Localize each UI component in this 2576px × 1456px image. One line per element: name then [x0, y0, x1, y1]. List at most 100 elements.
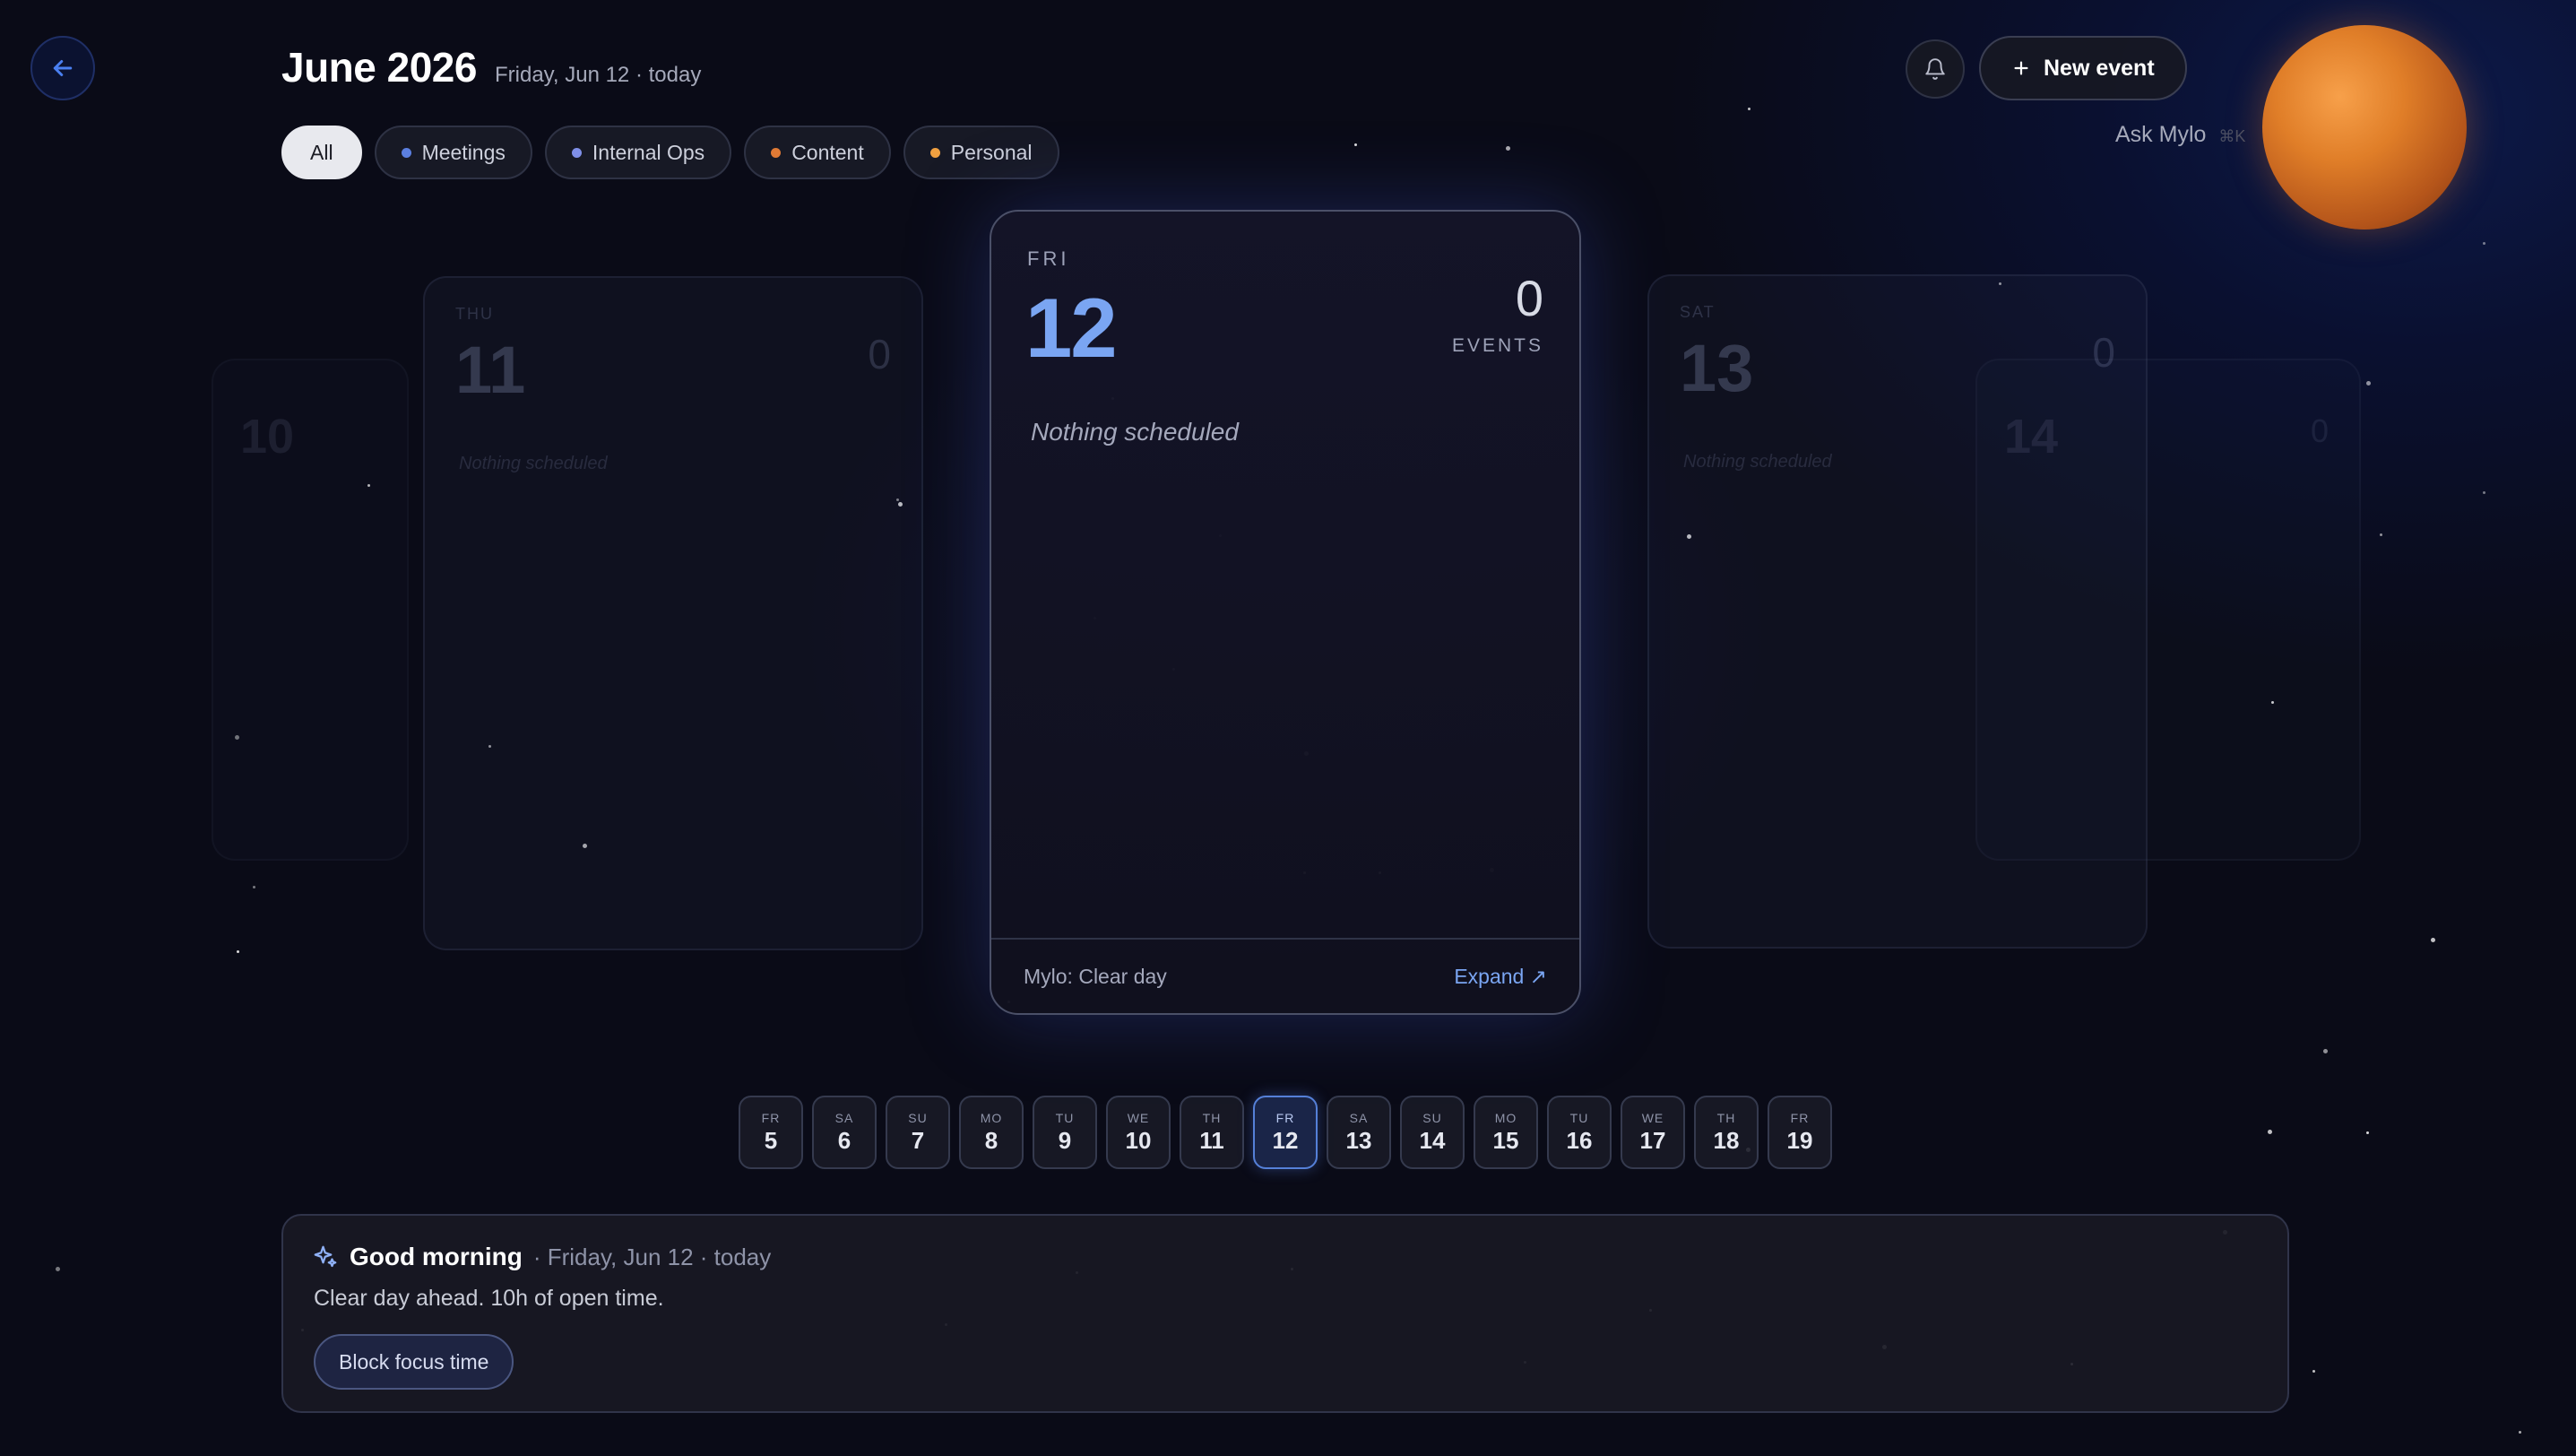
day-pill-16[interactable]: TU 16: [1547, 1096, 1612, 1169]
empty-state-text: Nothing scheduled: [1031, 418, 1239, 446]
day-pill-number: 15: [1492, 1126, 1519, 1154]
mylo-planet-avatar[interactable]: [2262, 25, 2467, 230]
star: [2519, 1431, 2521, 1434]
star: [2323, 1049, 2328, 1053]
star: [2483, 242, 2485, 245]
block-focus-time-button[interactable]: Block focus time: [314, 1334, 514, 1390]
filter-label: Meetings: [421, 140, 506, 164]
day-pill-number: 12: [1272, 1126, 1299, 1154]
date-subtitle: Friday, Jun 12 · today: [494, 63, 702, 87]
day-pill-12[interactable]: FR 12: [1253, 1096, 1318, 1169]
star: [2312, 1370, 2315, 1373]
day-card-footer: Mylo: Clear day Expand ↗: [991, 938, 1579, 1013]
day-pill-11[interactable]: TH 11: [1180, 1096, 1244, 1169]
day-pill-number: 11: [1199, 1126, 1224, 1154]
ghost-day-card-left[interactable]: THU 11 0 Nothing scheduled: [423, 276, 923, 950]
notifications-button[interactable]: [1906, 39, 1965, 99]
ghost-event-count: 0: [2310, 412, 2329, 449]
new-event-button[interactable]: New event: [1979, 36, 2187, 100]
day-pill-number: 18: [1713, 1126, 1740, 1154]
ask-mylo-button[interactable]: Ask Mylo ⌘K: [2115, 122, 2245, 148]
day-pill-weekday: SU: [908, 1110, 928, 1125]
day-pill-number: 10: [1125, 1126, 1152, 1154]
day-pill-14[interactable]: SU 14: [1400, 1096, 1465, 1169]
star: [2431, 938, 2435, 942]
day-pill-weekday: TU: [1569, 1110, 1589, 1125]
day-pill-weekday: FR: [1790, 1110, 1810, 1125]
day-pill-number: 19: [1786, 1126, 1813, 1154]
filter-meetings[interactable]: Meetings: [374, 126, 532, 179]
day-pill-7[interactable]: SU 7: [886, 1096, 950, 1169]
header-title-group: June 2026 Friday, Jun 12 · today: [281, 43, 701, 91]
day-pill-weekday: TU: [1055, 1110, 1075, 1125]
ghost-event-count: 0: [868, 331, 891, 377]
day-pill-6[interactable]: SA 6: [812, 1096, 877, 1169]
star: [237, 950, 239, 953]
mylo-summary: Mylo: Clear day: [1024, 964, 1167, 988]
day-pill-number: 8: [984, 1126, 998, 1154]
day-pill-weekday: WE: [1127, 1110, 1150, 1125]
expand-link[interactable]: Expand ↗: [1454, 965, 1547, 989]
briefing-summary: Clear day ahead. 10h of open time.: [314, 1286, 664, 1311]
day-pill-17[interactable]: WE 17: [1621, 1096, 1685, 1169]
day-of-week: FRI: [1027, 247, 1070, 270]
category-filters: All Meetings Internal Ops Content Person…: [281, 126, 1059, 179]
filter-personal[interactable]: Personal: [903, 126, 1059, 179]
arrow-left-icon: [53, 60, 73, 76]
star: [2268, 1130, 2272, 1134]
star: [1506, 146, 1510, 151]
day-pill-number: 17: [1639, 1126, 1666, 1154]
ghost-day-of-week: SAT: [1680, 303, 1716, 321]
day-pill-weekday: MO: [980, 1110, 1003, 1125]
ghost-day-card-far-left[interactable]: 10: [212, 359, 409, 861]
day-pill-number: 6: [837, 1126, 851, 1154]
ghost-empty-text: Nothing scheduled: [1683, 452, 1832, 472]
ghost-day-card-right[interactable]: SAT 13 0 Nothing scheduled: [1647, 274, 2148, 949]
day-pill-weekday: TH: [1202, 1110, 1222, 1125]
event-count: 0: [1515, 270, 1543, 326]
keyboard-shortcut: ⌘K: [2218, 127, 2246, 145]
day-pill-weekday: FR: [1275, 1110, 1295, 1125]
plus-icon: [2014, 61, 2028, 75]
day-pill-15[interactable]: MO 15: [1474, 1096, 1538, 1169]
back-button[interactable]: [30, 36, 95, 100]
day-pill-10[interactable]: WE 10: [1106, 1096, 1171, 1169]
filter-internal-ops[interactable]: Internal Ops: [544, 126, 732, 179]
day-pill-number: 7: [911, 1126, 925, 1154]
day-pill-19[interactable]: FR 19: [1768, 1096, 1832, 1169]
day-pill-9[interactable]: TU 9: [1033, 1096, 1097, 1169]
ghost-event-count: 0: [2092, 329, 2115, 376]
star: [253, 886, 255, 888]
filter-all[interactable]: All: [281, 126, 362, 179]
star: [2483, 491, 2485, 494]
ghost-empty-text: Nothing scheduled: [459, 454, 608, 473]
day-pill-number: 9: [1058, 1126, 1072, 1154]
day-pill-18[interactable]: TH 18: [1694, 1096, 1759, 1169]
briefing-header: Good morning · Friday, Jun 12 · today: [312, 1243, 771, 1271]
day-pill-8[interactable]: MO 8: [959, 1096, 1024, 1169]
filter-content[interactable]: Content: [744, 126, 891, 179]
briefing-date: · Friday, Jun 12 · today: [532, 1243, 772, 1270]
day-pill-number: 5: [764, 1126, 778, 1154]
ask-mylo-label: Ask Mylo: [2115, 122, 2207, 147]
filter-label: Internal Ops: [592, 140, 705, 164]
day-pill-13[interactable]: SA 13: [1327, 1096, 1391, 1169]
star: [2366, 1131, 2369, 1134]
category-dot-icon: [401, 147, 411, 158]
filter-label: All: [310, 140, 333, 164]
sparkles-icon: [314, 1245, 337, 1268]
briefing-greeting: Good morning: [350, 1243, 523, 1270]
star: [1354, 143, 1357, 146]
day-pill-number: 14: [1419, 1126, 1446, 1154]
category-dot-icon: [771, 147, 782, 158]
filter-label: Content: [791, 140, 864, 164]
star: [2380, 533, 2382, 536]
new-event-label: New event: [2044, 55, 2155, 81]
selected-day-card[interactable]: FRI 12 0 EVENTS Nothing scheduled Mylo: …: [990, 210, 1581, 1015]
day-pill-number: 13: [1345, 1126, 1372, 1154]
day-number: 12: [1025, 281, 1118, 375]
star: [2366, 381, 2371, 386]
ghost-day-number: 13: [1680, 331, 1754, 405]
events-label: EVENTS: [1451, 335, 1543, 356]
day-pill-5[interactable]: FR 5: [739, 1096, 803, 1169]
